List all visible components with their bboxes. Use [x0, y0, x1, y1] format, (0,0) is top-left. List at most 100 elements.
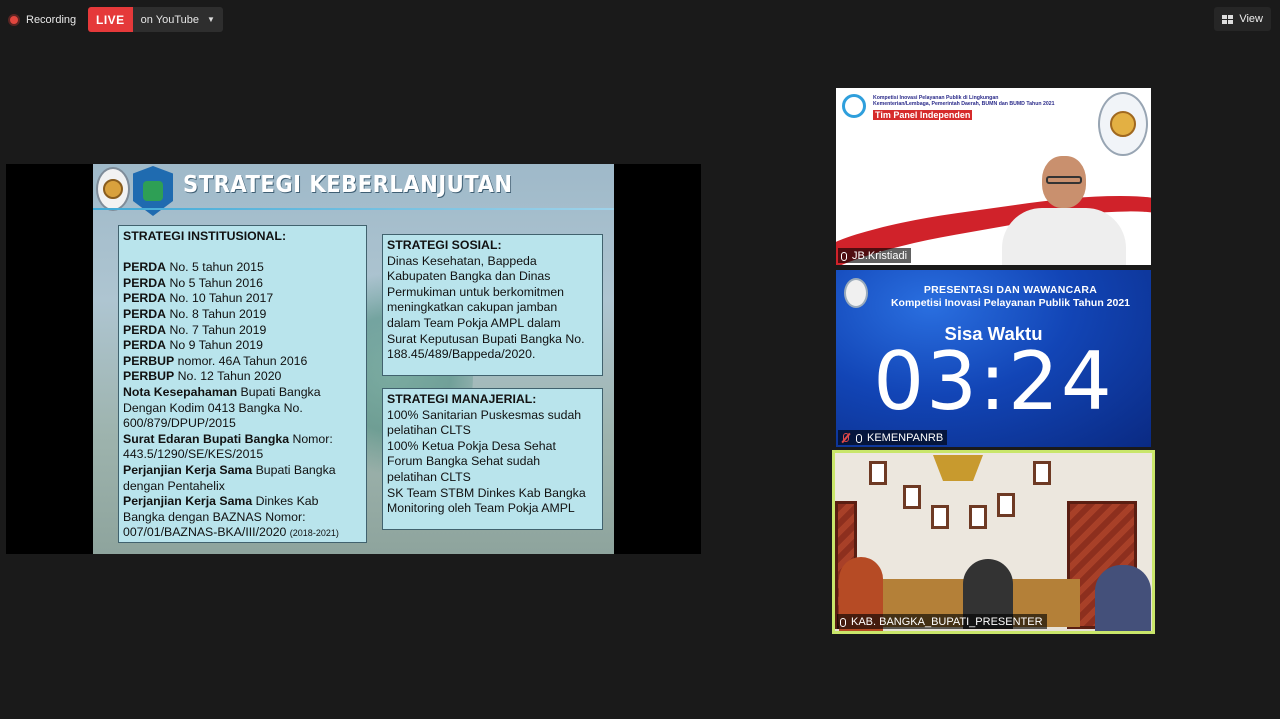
institutional-line: Dengan Kodim 0413 Bangka No.: [123, 401, 362, 417]
institutional-last-line: 007/01/BAZNAS-BKA/III/2020 (2018-2021): [123, 525, 362, 542]
video-off-icon: [841, 433, 851, 443]
institutional-strategy-box: STRATEGI INSTITUSIONAL: PERDA No. 5 tahu…: [118, 225, 367, 543]
social-heading: STRATEGI SOSIAL:: [387, 238, 502, 252]
institutional-line-text: No. 5 tahun 2015: [166, 260, 264, 275]
recording-indicator[interactable]: Recording: [8, 8, 76, 32]
shared-screen: STRATEGI KEBERLANJUTAN STRATEGI INSTITUS…: [6, 164, 701, 554]
participant-name: JB.Kristiadi: [852, 250, 908, 262]
institutional-line: PERDA No 9 Tahun 2019: [123, 338, 362, 354]
institutional-line-text: No 9 Tahun 2019: [166, 338, 263, 353]
institutional-line: PERDA No. 8 Tahun 2019: [123, 307, 362, 323]
institutional-line: dengan Pentahelix: [123, 479, 362, 495]
live-destination-button[interactable]: on YouTube ▼: [132, 7, 223, 32]
last-line-text: 007/01/BAZNAS-BKA/III/2020: [123, 525, 290, 540]
institutional-line: PERDA No. 5 tahun 2015: [123, 260, 362, 276]
live-badge: LIVE: [88, 7, 133, 32]
participant-name: KAB. BANGKA_BUPATI_PRESENTER: [851, 616, 1043, 628]
institutional-line-keyword: PERDA: [123, 260, 167, 275]
institutional-line-text: Dinkes Kab: [252, 494, 319, 509]
institutional-line: 443.5/1290/SE/KES/2015: [123, 447, 362, 463]
wall-portrait: [903, 485, 921, 509]
managerial-strategy-box: STRATEGI MANAJERIAL: 100% Sanitarian Pus…: [382, 388, 603, 530]
institutional-line-text: Bupati Bangka: [237, 384, 321, 399]
participant-name-tag: JB.Kristiadi: [838, 248, 912, 263]
institutional-line: Bangka dengan BAZNAS Nomor:: [123, 510, 362, 526]
institutional-line-keyword: PERDA: [123, 338, 167, 353]
institutional-line-keyword: PERBUP: [123, 369, 175, 384]
institutional-line: PERBUP nomor. 46A Tahun 2016: [123, 354, 362, 370]
last-line-years: (2018-2021): [289, 528, 339, 539]
participant-name: KEMENPANRB: [867, 432, 944, 444]
institutional-line-text: 600/879/DPUP/2015: [123, 416, 236, 431]
managerial-line: pelatihan CLTS: [387, 423, 471, 438]
kemenpan-seal: [1098, 92, 1148, 156]
view-label: View: [1239, 13, 1263, 25]
managerial-line: SK Team STBM Dinkes Kab Bangka: [387, 485, 586, 500]
countdown-timer: 03:24: [873, 335, 1114, 428]
institutional-line-text: No. 10 Tahun 2017: [166, 291, 274, 306]
timer-subtitle: Kompetisi Inovasi Pelayanan Publik Tahun…: [890, 297, 1131, 309]
institutional-line-text: No. 7 Tahun 2019: [166, 322, 267, 337]
view-button[interactable]: View: [1214, 7, 1271, 31]
institutional-line-keyword: PERDA: [123, 291, 167, 306]
participant-video-panel[interactable]: Kompetisi Inovasi Pelayanan Publik di Li…: [836, 88, 1151, 265]
institutional-line: Perjanjian Kerja Sama Dinkes Kab: [123, 494, 362, 510]
institutional-line: PERBUP No. 12 Tahun 2020: [123, 369, 362, 385]
institutional-line-keyword: PERDA: [123, 275, 167, 290]
institutional-line: PERDA No 5 Tahun 2016: [123, 276, 362, 292]
competition-header: Kompetisi Inovasi Pelayanan Publik di Li…: [873, 95, 1103, 108]
microphone-icon: [840, 617, 846, 627]
competition-header-line: Kementerian/Lembaga, Pemerintah Daerah, …: [873, 101, 1055, 108]
social-line: Permukiman untuk berkomitmen: [387, 284, 565, 299]
institutional-line-text: Nomor:: [289, 431, 333, 446]
title-underline: [93, 208, 614, 210]
caret-down-icon: ▼: [207, 15, 215, 24]
participant-video-timer[interactable]: PRESENTASI DAN WAWANCARA Kompetisi Inova…: [836, 270, 1151, 447]
emblem-logo: [96, 167, 130, 211]
timer-title: PRESENTASI DAN WAWANCARA: [923, 284, 1098, 296]
managerial-line: Monitoring oleh Team Pokja AMPL: [387, 501, 575, 516]
institutional-line-text: No. 12 Tahun 2020: [174, 369, 282, 384]
institutional-line: Perjanjian Kerja Sama Bupati Bangka: [123, 463, 362, 479]
social-line: 188.45/489/Bappeda/2020.: [387, 347, 536, 362]
institutional-line-keyword: Surat Edaran Bupati Bangka: [123, 431, 290, 446]
emblem-logo: [844, 278, 868, 308]
institutional-line-keyword: PERBUP: [123, 353, 175, 368]
wall-portrait: [969, 505, 987, 529]
institutional-line-text: dengan Pentahelix: [123, 478, 225, 493]
institutional-line-keyword: Perjanjian Kerja Sama: [123, 494, 253, 509]
wall-portrait: [869, 461, 887, 485]
managerial-line: Forum Bangka Sehat sudah: [387, 454, 541, 469]
wall-portrait: [1033, 461, 1051, 485]
participant-name-tag: KAB. BANGKA_BUPATI_PRESENTER: [837, 614, 1047, 629]
recording-label: Recording: [26, 14, 77, 26]
live-destination-label: on YouTube: [140, 13, 199, 26]
managerial-line: 100% Ketua Pokja Desa Sehat: [387, 438, 556, 453]
managerial-line: 100% Sanitarian Puskesmas sudah: [387, 407, 582, 422]
participant-video-presenter[interactable]: KAB. BANGKA_BUPATI_PRESENTER: [832, 450, 1155, 634]
record-icon: [8, 14, 20, 26]
presentation-slide: STRATEGI KEBERLANJUTAN STRATEGI INSTITUS…: [93, 164, 614, 554]
institutional-line-keyword: PERDA: [123, 306, 167, 321]
institutional-line-keyword: PERDA: [123, 322, 167, 337]
slide-title: STRATEGI KEBERLANJUTAN: [183, 172, 513, 198]
institutional-line: Nota Kesepahaman Bupati Bangka: [123, 385, 362, 401]
institutional-line-keyword: Nota Kesepahaman: [123, 384, 238, 399]
institutional-line-text: Dengan Kodim 0413 Bangka No.: [123, 400, 303, 415]
live-stream-control[interactable]: LIVE on YouTube ▼: [88, 7, 223, 32]
social-line: Surat Keputusan Bupati Bangka No.: [387, 331, 585, 346]
institutional-line-text: Bangka dengan BAZNAS Nomor:: [123, 509, 306, 524]
participant-figure: [1002, 156, 1126, 265]
managerial-heading: STRATEGI MANAJERIAL:: [387, 392, 537, 406]
institutional-line-text: Bupati Bangka: [252, 462, 336, 477]
grid-view-icon: [1222, 14, 1234, 24]
institutional-line-text: 443.5/1290/SE/KES/2015: [123, 447, 264, 462]
social-line: dalam Team Pokja AMPL dalam: [387, 315, 561, 330]
institutional-line-text: nomor. 46A Tahun 2016: [174, 353, 308, 368]
institutional-heading: STRATEGI INSTITUSIONAL:: [123, 229, 287, 243]
social-strategy-box: STRATEGI SOSIAL: Dinas Kesehatan, Bapped…: [382, 234, 603, 376]
microphone-icon: [856, 433, 862, 443]
institutional-lines: PERDA No. 5 tahun 2015 PERDA No 5 Tahun 2…: [123, 260, 362, 525]
institutional-line-keyword: Perjanjian Kerja Sama: [123, 462, 253, 477]
